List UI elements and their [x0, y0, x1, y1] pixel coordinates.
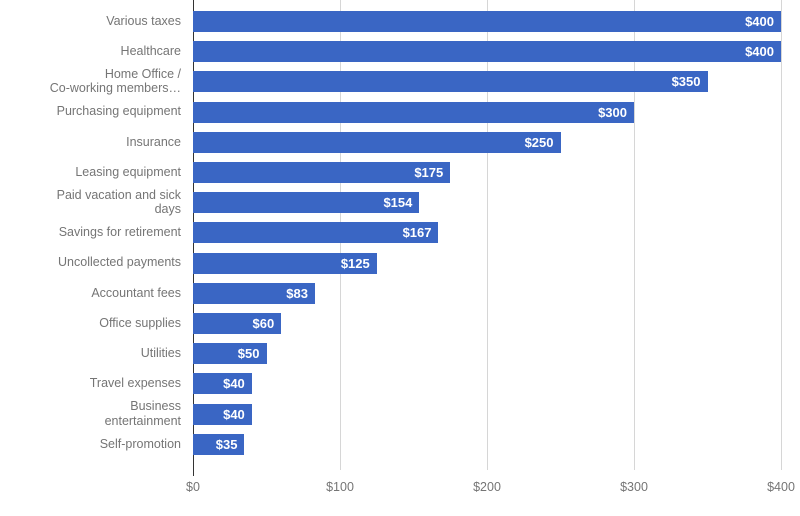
category-label: Various taxes [106, 13, 181, 28]
category-label: Utilities [140, 346, 181, 361]
category-label: Paid vacation and sick days [56, 187, 181, 217]
category-label: Home Office / Co-working members… [49, 66, 181, 96]
category-label: Business entertainment [104, 399, 181, 428]
bar-row[interactable]: $60 [193, 308, 781, 338]
x-tick-label: $400 [767, 480, 795, 494]
category-label: Uncollected payments [58, 255, 181, 270]
bar-row[interactable]: $400 [193, 6, 781, 36]
x-tick-label: $200 [473, 480, 501, 494]
bar-value-label: $400 [745, 14, 774, 29]
bar-row[interactable]: $125 [193, 248, 781, 278]
bar-value-label: $35 [215, 436, 238, 452]
bar-value-label: $40 [223, 376, 245, 392]
bar-value-label: $154 [383, 195, 413, 211]
category-label: Travel expenses [89, 376, 181, 391]
bar-row[interactable]: $40 [193, 399, 781, 429]
x-tick-label: $0 [186, 480, 200, 494]
bar-value-label: $60 [252, 316, 275, 331]
bar-value-label: $40 [223, 406, 245, 422]
bar-row[interactable]: $154 [193, 187, 781, 217]
bar-value-label: $400 [745, 44, 774, 60]
bar-row[interactable]: $167 [193, 217, 781, 247]
category-label: Office supplies [99, 315, 181, 330]
category-axis: Various taxes Healthcare Home Office / Co-… [0, 0, 187, 470]
x-tick-label: $100 [326, 480, 354, 494]
category-label: Insurance [126, 134, 181, 149]
bar-value-label: $175 [414, 165, 444, 180]
bar-value-label: $50 [237, 346, 260, 362]
category-label: Self-promotion [99, 436, 181, 451]
bar-row[interactable]: $175 [193, 157, 781, 187]
bar-row[interactable]: $350 [193, 66, 781, 96]
category-label: Purchasing equipment [56, 104, 181, 119]
category-label: Accountant fees [91, 285, 181, 300]
bar-row[interactable]: $40 [193, 368, 781, 398]
bar-row[interactable]: $50 [193, 338, 781, 368]
bar-chart: Various taxes Healthcare Home Office / Co-… [0, 0, 800, 516]
bar-value-label: $167 [402, 225, 432, 241]
bar-row[interactable]: $400 [193, 36, 781, 66]
bar-row[interactable]: $300 [193, 97, 781, 127]
value-axis: $0 $100 $200 $300 $400 [0, 478, 800, 502]
bar-value-label: $125 [340, 255, 370, 271]
bar-value-label: $350 [671, 74, 701, 90]
bar-value-label: $300 [598, 104, 627, 120]
category-label: Leasing equipment [75, 164, 181, 179]
bar-row[interactable]: $250 [193, 127, 781, 157]
category-label: Healthcare [120, 44, 181, 59]
bar-value-label: $83 [286, 285, 308, 301]
plot-area: $400 $400 $350 $300 $250 $175 $154 $167 $125 $83 $… [193, 0, 782, 476]
x-tick-label: $300 [620, 480, 648, 494]
bar-series: $400 $400 $350 $300 $250 $175 $154 $167 $125 $83 $… [193, 0, 781, 470]
category-label: Savings for retirement [58, 225, 181, 240]
gridline-usd400 [781, 0, 782, 470]
bar-value-label: $250 [524, 134, 554, 150]
bar-row[interactable]: $83 [193, 278, 781, 308]
bar-row[interactable]: $35 [193, 429, 781, 459]
